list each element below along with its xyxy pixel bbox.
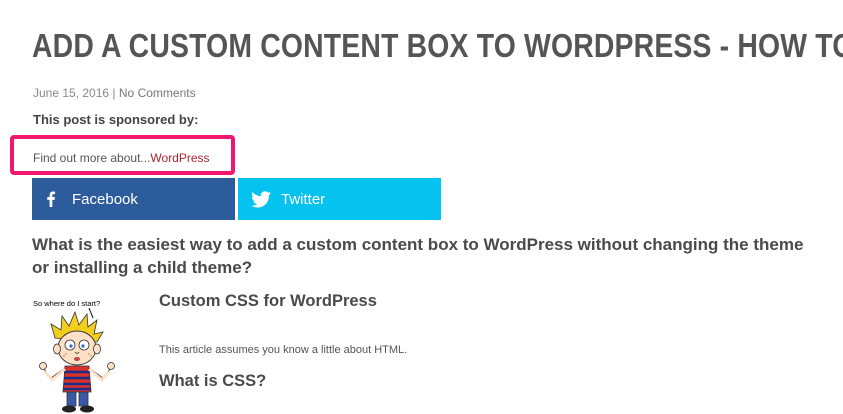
sponsor-label: This post is sponsored by: bbox=[33, 112, 199, 127]
twitter-share-button[interactable]: Twitter bbox=[238, 178, 441, 220]
post-date: June 15, 2016 bbox=[33, 86, 110, 100]
post-meta: June 15, 2016 | No Comments bbox=[33, 86, 196, 100]
heading-custom-css: Custom CSS for WordPress bbox=[159, 292, 377, 310]
sponsor-link[interactable]: WordPress bbox=[150, 151, 209, 165]
twitter-label: Twitter bbox=[281, 190, 326, 208]
twitter-icon bbox=[251, 190, 271, 207]
post-title: ADD A CUSTOM CONTENT BOX TO WORDPRESS - … bbox=[32, 27, 843, 64]
sponsor-prefix: Find out more about... bbox=[33, 151, 151, 165]
comments-link[interactable]: No Comments bbox=[119, 86, 196, 100]
facebook-icon bbox=[47, 191, 56, 207]
sponsor-text: Find out more about...WordPress bbox=[33, 151, 210, 165]
article-note: This article assumes you know a little a… bbox=[159, 344, 408, 356]
facebook-share-button[interactable]: Facebook bbox=[32, 178, 235, 220]
sponsor-box: Find out more about...WordPress bbox=[10, 135, 235, 175]
image-caption: So where do I start? bbox=[33, 299, 100, 308]
cartoon-boy-image: So where do I start? bbox=[33, 299, 115, 413]
facebook-label: Facebook bbox=[72, 190, 138, 208]
heading-what-is-css: What is CSS? bbox=[159, 372, 267, 390]
meta-separator: | bbox=[112, 86, 116, 100]
intro-question: What is the easiest way to add a custom … bbox=[32, 235, 804, 277]
